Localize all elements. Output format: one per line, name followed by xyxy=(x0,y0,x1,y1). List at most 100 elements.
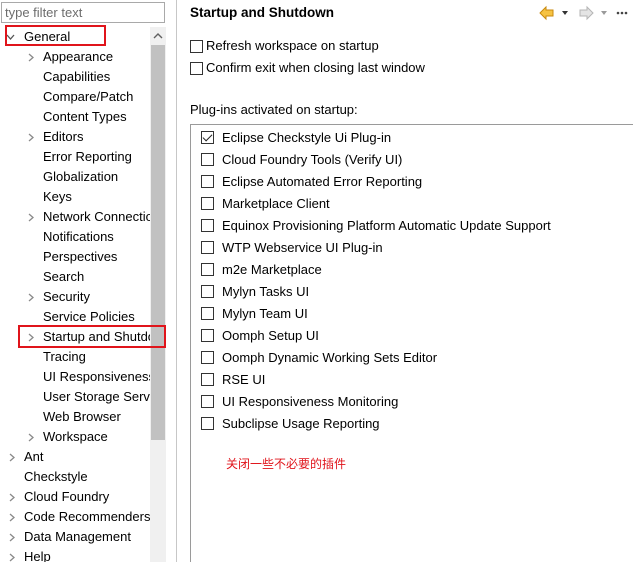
checkbox[interactable] xyxy=(201,153,214,166)
chevron-right-icon[interactable] xyxy=(6,527,18,547)
sash[interactable] xyxy=(167,0,176,562)
tree-item[interactable]: Help xyxy=(0,547,150,562)
tree-item[interactable]: Globalization xyxy=(0,167,150,187)
checkbox[interactable] xyxy=(201,263,214,276)
tree-item-label: Data Management xyxy=(24,529,131,544)
view-menu-icon[interactable] xyxy=(614,4,628,22)
tree-item[interactable]: Error Reporting xyxy=(0,147,150,167)
plugin-label: Equinox Provisioning Platform Automatic … xyxy=(222,218,551,233)
tree-item[interactable]: Notifications xyxy=(0,227,150,247)
tree-item-label: Appearance xyxy=(43,49,114,64)
plugin-label: m2e Marketplace xyxy=(222,262,322,277)
checkbox[interactable] xyxy=(201,241,214,254)
plugin-label: RSE UI xyxy=(222,372,266,387)
tree-item-label: Code Recommenders xyxy=(24,509,150,524)
checkbox[interactable] xyxy=(201,175,214,188)
plugin-label: Mylyn Team UI xyxy=(222,306,308,321)
tree-item-label: Service Policies xyxy=(43,309,135,324)
chevron-right-icon[interactable] xyxy=(25,287,37,307)
tree-item[interactable]: Checkstyle xyxy=(0,467,150,487)
plugin-label: Marketplace Client xyxy=(222,196,330,211)
tree-item[interactable]: Content Types xyxy=(0,107,150,127)
chevron-right-icon[interactable] xyxy=(6,447,18,467)
tree-item-label: Web Browser xyxy=(43,409,121,424)
tree-item[interactable]: Ant xyxy=(0,447,150,467)
tree-item[interactable]: Tracing xyxy=(0,347,150,367)
checkbox[interactable] xyxy=(190,40,203,53)
chevron-right-icon[interactable] xyxy=(25,47,37,67)
tree-item[interactable]: Data Management xyxy=(0,527,150,547)
plugin-label: Oomph Setup UI xyxy=(222,328,319,343)
tree-item[interactable]: Cloud Foundry xyxy=(0,487,150,507)
checkbox[interactable] xyxy=(201,373,214,386)
tree-item-label: Compare/Patch xyxy=(43,89,134,104)
plugins-section-label: Plug-ins activated on startup: xyxy=(190,102,358,117)
tree-item-label: Content Types xyxy=(43,109,127,124)
tree-item-general[interactable]: General xyxy=(0,27,150,47)
plugin-label: Eclipse Automated Error Reporting xyxy=(222,174,423,189)
checkbox[interactable] xyxy=(201,351,214,364)
tree-item[interactable]: Web Browser xyxy=(0,407,150,427)
forward-arrow-icon[interactable] xyxy=(577,4,595,22)
chevron-right-icon[interactable] xyxy=(25,207,37,227)
plugin-label: UI Responsiveness Monitoring xyxy=(222,394,399,409)
tree-item-label: Search xyxy=(43,269,85,284)
tree-item[interactable]: Service Policies xyxy=(0,307,150,327)
tree-item[interactable]: Security xyxy=(0,287,150,307)
chevron-down-icon[interactable] xyxy=(4,27,16,47)
tree-item-label: Globalization xyxy=(43,169,119,184)
checkbox[interactable] xyxy=(201,307,214,320)
chevron-right-icon[interactable] xyxy=(6,487,18,507)
tree-item-label: Notifications xyxy=(43,229,114,244)
tree-item[interactable]: Workspace xyxy=(0,427,150,447)
checkbox[interactable] xyxy=(201,197,214,210)
tree-item[interactable]: Network Connections xyxy=(0,207,150,227)
checkbox[interactable] xyxy=(201,285,214,298)
chevron-right-icon[interactable] xyxy=(25,127,37,147)
tree-item-label: User Storage Service xyxy=(43,389,150,404)
plugin-label: Eclipse Checkstyle Ui Plug-in xyxy=(222,130,392,145)
plugin-label: Mylyn Tasks UI xyxy=(222,284,310,299)
chevron-right-icon[interactable] xyxy=(6,507,18,527)
tree-item-label: Help xyxy=(24,549,51,562)
tree-item-label: Tracing xyxy=(43,349,86,364)
chevron-right-icon[interactable] xyxy=(25,327,37,347)
tree-item[interactable]: Keys xyxy=(0,187,150,207)
plugin-label: Cloud Foundry Tools (Verify UI) xyxy=(222,152,403,167)
back-arrow-icon[interactable] xyxy=(538,4,556,22)
tree-item-label: Checkstyle xyxy=(24,469,88,484)
tree-item-label: Cloud Foundry xyxy=(24,489,110,504)
chevron-right-icon[interactable] xyxy=(6,547,18,562)
chevron-right-icon[interactable] xyxy=(25,427,37,447)
checkbox[interactable] xyxy=(201,219,214,232)
checkbox-checked[interactable] xyxy=(201,131,214,144)
checkbox-label: Confirm exit when closing last window xyxy=(206,60,425,75)
tree-item-label: UI Responsiveness Monitoring xyxy=(43,369,150,384)
back-dropdown-icon[interactable] xyxy=(560,4,570,22)
checkbox[interactable] xyxy=(201,395,214,408)
plugin-label: Oomph Dynamic Working Sets Editor xyxy=(222,350,438,365)
checkbox[interactable] xyxy=(201,417,214,430)
tree-item[interactable]: Search xyxy=(0,267,150,287)
tree-item-label: Keys xyxy=(43,189,72,204)
scroll-up-icon[interactable] xyxy=(150,27,166,45)
preferences-tree-panel: General Appearance Capabilities Compare/Pa… xyxy=(0,0,167,562)
tree-item[interactable]: Perspectives xyxy=(0,247,150,267)
tree-item[interactable]: Code Recommenders xyxy=(0,507,150,527)
tree-item-label: Error Reporting xyxy=(43,149,132,164)
tree-item[interactable]: Capabilities xyxy=(0,67,150,87)
forward-dropdown-icon[interactable] xyxy=(599,4,609,22)
plugins-list[interactable]: 关闭一些不必要的插件 Eclipse Checkstyle Ui Plug-in… xyxy=(190,124,633,562)
tree-item[interactable]: Editors xyxy=(0,127,150,147)
tree-item[interactable]: Startup and Shutdown xyxy=(0,327,150,347)
tree-item[interactable]: User Storage Service xyxy=(0,387,150,407)
plugin-label: Subclipse Usage Reporting xyxy=(222,416,380,431)
tree-item-label: Editors xyxy=(43,129,84,144)
checkbox[interactable] xyxy=(201,329,214,342)
checkbox[interactable] xyxy=(190,62,203,75)
panel-divider xyxy=(176,0,177,562)
tree-item[interactable]: UI Responsiveness Monitoring xyxy=(0,367,150,387)
tree-scrollbar-thumb[interactable] xyxy=(151,45,165,440)
tree-item[interactable]: Appearance xyxy=(0,47,150,67)
tree-item[interactable]: Compare/Patch xyxy=(0,87,150,107)
